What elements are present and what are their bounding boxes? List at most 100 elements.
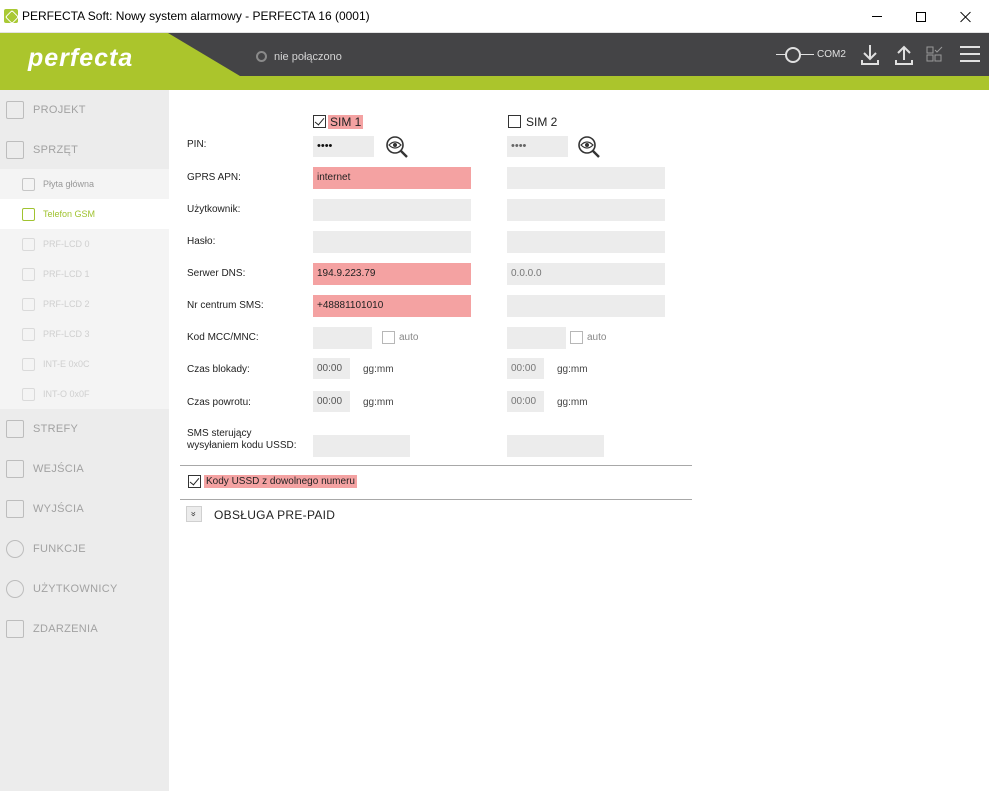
sim2-return-time-field[interactable]: 00:00 <box>507 391 544 412</box>
keypad-icon <box>22 267 35 281</box>
expander-icon <box>22 357 35 371</box>
prepaid-expand-button[interactable]: » <box>186 506 202 522</box>
com-port-label: COM2 <box>817 49 846 60</box>
sim1-return-time-field[interactable]: 00:00 <box>313 391 350 412</box>
sim1-ussd-sms-field[interactable] <box>313 435 410 457</box>
sidebar-subitem-plyta-glowna[interactable]: Płyta główna <box>0 169 169 199</box>
apn-label: GPRS APN: <box>187 172 241 183</box>
sidebar-item-uzytkownicy[interactable]: UŻYTKOWNICY <box>0 569 169 609</box>
sim1-block-time-field[interactable]: 00:00 <box>313 358 350 379</box>
title-bar: PERFECTA Soft: Nowy system alarmowy - PE… <box>0 0 989 33</box>
sidebar-subitem-prf-lcd-0[interactable]: PRF-LCD 0 <box>0 229 169 259</box>
sim2-user-field[interactable] <box>507 199 665 221</box>
sim1-pin-field[interactable]: •••• <box>313 136 374 157</box>
sim1-password-field[interactable] <box>313 231 471 253</box>
sidebar-item-wyjscia[interactable]: WYJŚCIA <box>0 489 169 529</box>
sidebar-subitem-int-o[interactable]: INT-O 0x0F <box>0 379 169 409</box>
maximize-button[interactable] <box>898 0 944 33</box>
ussd-any-number-label: Kody USSD z dowolnego numeru <box>204 475 357 488</box>
sidebar-subitem-prf-lcd-3[interactable]: PRF-LCD 3 <box>0 319 169 349</box>
sim2-mcc-auto-checkbox[interactable] <box>570 331 583 344</box>
sim2-show-pin-icon[interactable] <box>577 135 601 159</box>
dns-label: Serwer DNS: <box>187 268 246 279</box>
close-icon <box>960 11 972 23</box>
sim1-mcc-field[interactable] <box>313 327 372 349</box>
sidebar-item-zdarzenia[interactable]: ZDARZENIA <box>0 609 169 649</box>
hamburger-menu-icon[interactable] <box>960 46 980 62</box>
sim2-label: SIM 2 <box>526 115 558 129</box>
inputs-icon <box>6 460 24 478</box>
download-icon[interactable] <box>859 43 881 67</box>
sim2-sms-center-field[interactable] <box>507 295 665 317</box>
hardware-icon <box>6 141 24 159</box>
connection-status-icon <box>256 51 267 62</box>
user-icon <box>6 580 24 598</box>
mainboard-icon <box>22 177 35 191</box>
zones-icon <box>6 420 24 438</box>
sim2-mcc-field[interactable] <box>507 327 566 349</box>
keypad-icon <box>22 327 35 341</box>
expander-icon <box>22 387 35 401</box>
sidebar-item-wejscia[interactable]: WEJŚCIA <box>0 449 169 489</box>
compare-icon[interactable] <box>924 43 946 67</box>
sim2-block-time-field[interactable]: 00:00 <box>507 358 544 379</box>
app-icon <box>4 9 18 23</box>
gear-icon <box>6 540 24 558</box>
window-title: PERFECTA Soft: Nowy system alarmowy - PE… <box>22 9 370 23</box>
sim2-enable-checkbox[interactable] <box>508 115 521 128</box>
sim1-dns-field[interactable]: 194.9.223.79 <box>313 263 471 285</box>
ussd-sms-label-line1: SMS sterujący <box>187 428 252 439</box>
keypad-icon <box>22 237 35 251</box>
sim1-sms-center-field[interactable]: +48881101010 <box>313 295 471 317</box>
password-label: Hasło: <box>187 236 216 247</box>
section-divider <box>180 499 692 500</box>
sim1-enable-checkbox[interactable] <box>313 115 326 128</box>
sim2-auto-label: auto <box>587 332 607 343</box>
sim1-label: SIM 1 <box>328 115 364 129</box>
mcc-label: Kod MCC/MNC: <box>187 332 259 343</box>
sidebar-item-funkcje[interactable]: FUNKCJE <box>0 529 169 569</box>
ussd-sms-label-line2: wysyłaniem kodu USSD: <box>187 440 297 451</box>
sim1-return-time-unit: gg:mm <box>363 397 394 408</box>
block-time-label: Czas blokady: <box>187 364 250 375</box>
prepaid-section-title[interactable]: OBSŁUGA PRE-PAID <box>214 508 335 522</box>
sim2-apn-field[interactable] <box>507 167 665 189</box>
sms-center-label: Nr centrum SMS: <box>187 300 264 311</box>
upload-icon[interactable] <box>893 43 915 67</box>
sim1-auto-label: auto <box>399 332 419 343</box>
sidebar-item-projekt[interactable]: PROJEKT <box>0 90 169 130</box>
return-time-label: Czas powrotu: <box>187 397 251 408</box>
sim2-return-time-unit: gg:mm <box>557 397 588 408</box>
sim1-user-field[interactable] <box>313 199 471 221</box>
sim2-dns-field[interactable]: 0.0.0.0 <box>507 263 665 285</box>
sidebar-item-strefy[interactable]: STREFY <box>0 409 169 449</box>
perfecta-logo: perfecta <box>28 44 134 72</box>
sim1-show-pin-icon[interactable] <box>385 135 409 159</box>
sim1-block-time-unit: gg:mm <box>363 364 394 375</box>
com-port-connect-icon[interactable] <box>776 45 814 65</box>
minimize-icon <box>872 16 882 17</box>
sidebar-subitem-prf-lcd-2[interactable]: PRF-LCD 2 <box>0 289 169 319</box>
close-button[interactable] <box>943 0 989 33</box>
ussd-any-number-checkbox[interactable] <box>188 475 201 488</box>
gsm-phone-icon <box>22 207 35 221</box>
connection-status: nie połączono <box>274 51 342 63</box>
sim2-pin-field[interactable]: •••• <box>507 136 568 157</box>
sidebar: PROJEKT SPRZĘT Płyta główna Telefon GSM … <box>0 90 169 791</box>
sidebar-item-sprzet[interactable]: SPRZĘT <box>0 130 169 170</box>
maximize-icon <box>916 11 926 22</box>
events-log-icon <box>6 620 24 638</box>
minimize-button[interactable] <box>854 0 900 33</box>
section-divider <box>180 465 692 466</box>
sim1-apn-field[interactable]: internet <box>313 167 471 189</box>
sidebar-subitem-int-e[interactable]: INT-E 0x0C <box>0 349 169 379</box>
sim2-password-field[interactable] <box>507 231 665 253</box>
sidebar-subitem-telefon-gsm[interactable]: Telefon GSM <box>0 199 169 229</box>
sidebar-subitem-prf-lcd-1[interactable]: PRF-LCD 1 <box>0 259 169 289</box>
sim1-mcc-auto-checkbox[interactable] <box>382 331 395 344</box>
sim2-ussd-sms-field[interactable] <box>507 435 604 457</box>
project-icon <box>6 101 24 119</box>
keypad-icon <box>22 297 35 311</box>
outputs-icon <box>6 500 24 518</box>
sim2-block-time-unit: gg:mm <box>557 364 588 375</box>
